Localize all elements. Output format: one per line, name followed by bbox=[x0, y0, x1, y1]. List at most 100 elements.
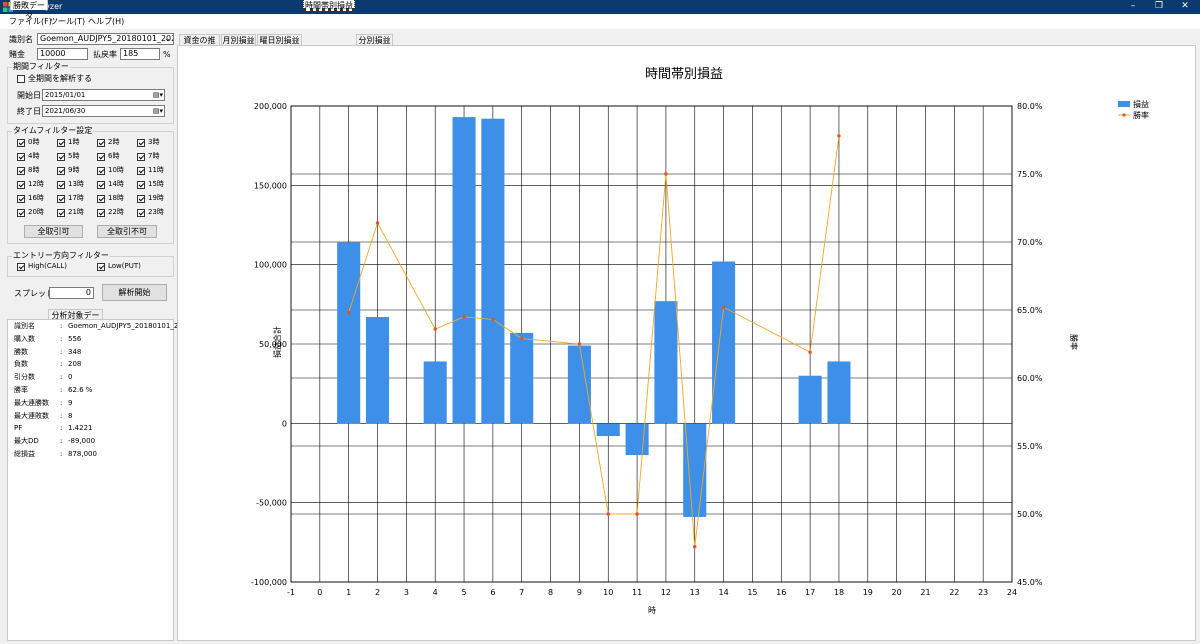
hour-checkbox[interactable] bbox=[137, 209, 145, 217]
all-period-checkbox[interactable] bbox=[17, 75, 25, 83]
hour-checkbox[interactable] bbox=[97, 195, 105, 203]
x-tick-label: 2 bbox=[375, 588, 380, 597]
y-tick-label: 200,000 bbox=[254, 102, 287, 111]
hour-checkbox[interactable] bbox=[137, 181, 145, 189]
hour-checkbox[interactable] bbox=[57, 181, 65, 189]
start-date-picker[interactable]: 2015/01/01 ▤▾ bbox=[42, 89, 165, 101]
tab-monthly[interactable]: 月別損益 bbox=[221, 34, 256, 45]
hour-checkbox[interactable] bbox=[97, 139, 105, 147]
title-bar: BOAnalyzer – ❐ ✕ bbox=[0, 0, 1200, 14]
hour-checkbox-label: 20時 bbox=[28, 208, 44, 216]
tab-win-loss[interactable]: 勝敗データ bbox=[10, 0, 48, 21]
x-tick-label: 23 bbox=[978, 588, 988, 597]
x-tick-label: 14 bbox=[719, 588, 729, 597]
y-tick-label: 50,000 bbox=[259, 340, 287, 349]
y-tick-label: 100,000 bbox=[254, 261, 287, 270]
stat-key: 最大連敗数 bbox=[14, 411, 49, 420]
x-tick-label: 9 bbox=[577, 588, 582, 597]
hour-checkbox[interactable] bbox=[17, 167, 25, 175]
win-rate-point-hour-4 bbox=[433, 327, 437, 331]
y-tick-label: -100,000 bbox=[251, 578, 287, 587]
y2-tick-label: 70.0% bbox=[1017, 238, 1043, 247]
stat-key: 購入数 bbox=[14, 334, 35, 343]
hour-checkbox[interactable] bbox=[57, 139, 65, 147]
id-select[interactable]: Goemon_AUDJPY5_20180101_2020123 ⌄ bbox=[37, 33, 174, 45]
hour-checkbox[interactable] bbox=[137, 139, 145, 147]
x-tick-label: 12 bbox=[661, 588, 671, 597]
stat-colon: : bbox=[60, 334, 63, 343]
hour-checkbox-label: 2時 bbox=[108, 138, 120, 146]
stat-key: PF bbox=[14, 424, 23, 433]
start-date-label: 開始日 bbox=[17, 91, 41, 100]
tab-per-minute[interactable]: 分別損益 bbox=[356, 34, 393, 45]
hour-checkbox[interactable] bbox=[97, 209, 105, 217]
x-tick-label: 19 bbox=[863, 588, 873, 597]
x-tick-label: 3 bbox=[404, 588, 409, 597]
end-date-picker[interactable]: 2021/06/30 ▤▾ bbox=[42, 105, 165, 117]
stat-key: 勝数 bbox=[14, 347, 28, 356]
hour-checkbox[interactable] bbox=[57, 209, 65, 217]
menu-help[interactable]: ヘルプ(H) bbox=[88, 16, 124, 27]
win-rate-point-hour-5 bbox=[462, 315, 466, 319]
hour-checkbox[interactable] bbox=[97, 181, 105, 189]
y2-axis-label: 勝率 bbox=[1069, 334, 1079, 350]
low-put-label: Low(PUT) bbox=[108, 262, 141, 270]
bar-hour-14 bbox=[712, 261, 736, 424]
x-tick-label: 22 bbox=[949, 588, 959, 597]
high-call-checkbox[interactable] bbox=[17, 263, 25, 271]
hour-checkbox-label: 21時 bbox=[68, 208, 84, 216]
hour-checkbox-label: 3時 bbox=[148, 138, 160, 146]
payout-input[interactable]: 185 bbox=[120, 48, 160, 60]
hour-checkbox[interactable] bbox=[137, 195, 145, 203]
bar-hour-17 bbox=[798, 375, 822, 424]
stat-key: 負数 bbox=[14, 360, 28, 369]
low-put-checkbox[interactable] bbox=[97, 263, 105, 271]
stat-key: 引分数 bbox=[14, 373, 35, 382]
win-rate-point-hour-13 bbox=[693, 544, 697, 549]
hour-checkbox[interactable] bbox=[17, 195, 25, 203]
hour-checkbox-label: 4時 bbox=[28, 152, 40, 160]
hour-checkbox[interactable] bbox=[97, 167, 105, 175]
bar-hour-12 bbox=[654, 301, 678, 424]
win-rate-point-hour-7 bbox=[520, 336, 524, 341]
close-button[interactable]: ✕ bbox=[1170, 0, 1200, 14]
menu-bar: ファイル(F) ツール(T) ヘルプ(H) bbox=[0, 14, 1200, 29]
x-tick-label: 5 bbox=[461, 588, 466, 597]
hour-checkbox[interactable] bbox=[97, 153, 105, 161]
tab-hourly[interactable]: 時間帯別損益 bbox=[303, 0, 355, 11]
hour-checkbox[interactable] bbox=[57, 195, 65, 203]
hour-checkbox[interactable] bbox=[17, 181, 25, 189]
hour-checkbox[interactable] bbox=[17, 139, 25, 147]
stat-colon: : bbox=[60, 322, 63, 330]
payout-unit: % bbox=[163, 50, 171, 59]
bar-hour-5 bbox=[452, 117, 476, 424]
hour-checkbox[interactable] bbox=[17, 153, 25, 161]
menu-tools[interactable]: ツール(T) bbox=[50, 16, 85, 27]
capital-input[interactable]: 10000 bbox=[37, 48, 88, 60]
x-axis-label: 時 bbox=[648, 606, 656, 615]
tab-capital-trend[interactable]: 資金の推移 bbox=[179, 34, 220, 56]
hour-checkbox[interactable] bbox=[57, 167, 65, 175]
deny-all-button[interactable]: 全取引不可 bbox=[97, 225, 157, 238]
bar-hour-10 bbox=[596, 423, 620, 437]
hour-checkbox[interactable] bbox=[17, 209, 25, 217]
x-tick-label: 24 bbox=[1007, 588, 1017, 597]
hour-checkbox[interactable] bbox=[137, 153, 145, 161]
bar-hour-4 bbox=[423, 361, 447, 424]
tab-weekday[interactable]: 曜日別損益 bbox=[257, 34, 302, 45]
x-tick-label: 21 bbox=[920, 588, 930, 597]
stat-key: 最大DD bbox=[14, 437, 39, 446]
high-call-label: High(CALL) bbox=[28, 262, 68, 270]
spread-input[interactable]: 0 bbox=[49, 287, 94, 299]
hour-checkbox-label: 14時 bbox=[108, 180, 124, 188]
hour-checkbox-label: 17時 bbox=[68, 194, 84, 202]
x-tick-label: 8 bbox=[548, 588, 553, 597]
chart-title: 時間帯別損益 bbox=[645, 67, 723, 82]
x-tick-label: 18 bbox=[834, 588, 844, 597]
period-filter-title: 期間フィルター bbox=[12, 62, 70, 72]
stat-value: Goemon_AUDJPY5_20180101_2 bbox=[68, 322, 179, 330]
hour-checkbox[interactable] bbox=[57, 153, 65, 161]
allow-all-button[interactable]: 全取引可 bbox=[24, 225, 83, 238]
analyze-button[interactable]: 解析開始 bbox=[102, 284, 167, 301]
hour-checkbox[interactable] bbox=[137, 167, 145, 175]
